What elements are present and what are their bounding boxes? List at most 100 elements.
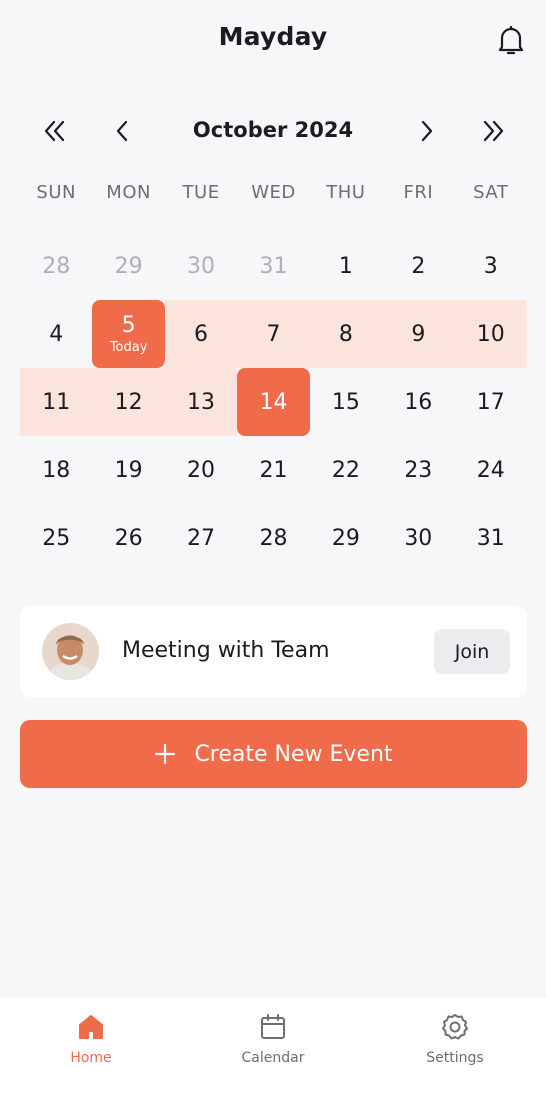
day-number: 22 <box>331 457 360 483</box>
day-number: 19 <box>114 457 143 483</box>
day-number: 12 <box>114 389 143 415</box>
calendar-day[interactable]: 31 <box>455 504 527 572</box>
day-number: 31 <box>476 525 505 551</box>
calendar-day[interactable]: 19 <box>92 436 164 504</box>
day-number: 14 <box>259 389 288 415</box>
calendar-week: 11 12 13 14 15 16 17 <box>20 368 527 436</box>
calendar-day[interactable]: 11 <box>20 368 93 436</box>
day-number: 30 <box>404 525 433 551</box>
tab-label: Home <box>70 1050 112 1066</box>
month-label: October 2024 <box>192 118 354 142</box>
calendar-day[interactable]: 9 <box>382 300 455 368</box>
tab-home[interactable]: Home <box>0 998 182 1104</box>
day-number: 30 <box>187 253 216 279</box>
weekday-label: FRI <box>403 182 434 203</box>
calendar-day-today[interactable]: 5 Today <box>92 300 165 368</box>
event-title: Meeting with Team <box>122 638 330 663</box>
calendar-day[interactable]: 27 <box>165 504 237 572</box>
day-number: 8 <box>338 321 353 347</box>
tab-label: Settings <box>426 1050 484 1066</box>
day-number: 10 <box>476 321 505 347</box>
weekday-label: TUE <box>182 182 220 203</box>
calendar-day[interactable]: 21 <box>237 436 309 504</box>
day-number: 27 <box>187 525 216 551</box>
calendar-day[interactable]: 15 <box>310 368 382 436</box>
calendar-day-selected[interactable]: 14 <box>237 368 310 436</box>
calendar-day[interactable]: 24 <box>455 436 527 504</box>
tab-label: Calendar <box>241 1050 305 1066</box>
calendar-grid: 28 29 30 31 1 2 3 4 5 Today 6 7 8 9 10 11 12 13 14 15 16 17 18… <box>20 232 527 572</box>
day-number: 5 <box>121 313 136 338</box>
calendar-day[interactable]: 30 <box>165 232 237 300</box>
calendar-day[interactable]: 28 <box>20 232 92 300</box>
avatar <box>42 623 99 680</box>
day-number: 11 <box>42 389 71 415</box>
month-navigation: October 2024 <box>0 108 546 154</box>
calendar-icon <box>261 1014 285 1039</box>
day-number: 15 <box>331 389 360 415</box>
app-title: Mayday <box>218 22 328 51</box>
calendar-day[interactable]: 13 <box>164 368 238 436</box>
bell-icon[interactable] <box>496 24 526 56</box>
day-number: 16 <box>404 389 433 415</box>
calendar-day[interactable]: 29 <box>92 232 164 300</box>
weekday-label: SUN <box>36 182 76 203</box>
calendar-day[interactable]: 26 <box>92 504 164 572</box>
day-number: 17 <box>476 389 505 415</box>
weekday-header: SUN MON TUE WED THU FRI SAT <box>20 182 527 216</box>
tab-calendar[interactable]: Calendar <box>182 998 364 1104</box>
calendar-day[interactable]: 2 <box>382 232 454 300</box>
calendar-day[interactable]: 16 <box>382 368 454 436</box>
calendar-day[interactable]: 8 <box>309 300 383 368</box>
app-header: Mayday <box>0 0 546 80</box>
weekday-label: WED <box>251 182 296 203</box>
calendar-day[interactable]: 30 <box>382 504 454 572</box>
calendar-day[interactable]: 3 <box>455 232 527 300</box>
day-number: 28 <box>259 525 288 551</box>
day-number: 2 <box>411 253 426 279</box>
weekday-label: SAT <box>473 182 509 203</box>
day-number: 23 <box>404 457 433 483</box>
day-number: 6 <box>194 321 209 347</box>
calendar-week: 18 19 20 21 22 23 24 <box>20 436 527 504</box>
day-number: 20 <box>187 457 216 483</box>
calendar-week: 4 5 Today 6 7 8 9 10 <box>20 300 527 368</box>
calendar-day[interactable]: 1 <box>310 232 382 300</box>
calendar-day[interactable]: 17 <box>455 368 527 436</box>
day-number: 9 <box>411 321 426 347</box>
join-button[interactable]: Join <box>434 629 510 674</box>
calendar-day[interactable]: 7 <box>237 300 310 368</box>
calendar-week: 28 29 30 31 1 2 3 <box>20 232 527 300</box>
calendar-day[interactable]: 22 <box>310 436 382 504</box>
calendar-week: 25 26 27 28 29 30 31 <box>20 504 527 572</box>
calendar-day[interactable]: 31 <box>237 232 309 300</box>
day-number: 18 <box>42 457 71 483</box>
day-number: 13 <box>187 389 216 415</box>
calendar-day[interactable]: 28 <box>237 504 309 572</box>
day-number: 1 <box>338 253 353 279</box>
home-icon <box>79 1015 103 1039</box>
today-label: Today <box>109 340 148 355</box>
calendar-day[interactable]: 20 <box>165 436 237 504</box>
chevron-right-icon[interactable] <box>411 116 441 146</box>
calendar-day[interactable]: 25 <box>20 504 92 572</box>
create-button-label: Create New Event <box>194 741 393 767</box>
calendar-day[interactable]: 4 <box>20 300 92 368</box>
calendar-day[interactable]: 12 <box>92 368 165 436</box>
day-number: 26 <box>114 525 143 551</box>
tab-settings[interactable]: Settings <box>364 998 546 1104</box>
calendar-day[interactable]: 23 <box>382 436 454 504</box>
bottom-tab-bar: Home Calendar Settings <box>0 998 546 1104</box>
create-new-event-button[interactable]: Create New Event <box>20 720 527 788</box>
calendar-day[interactable]: 10 <box>454 300 527 368</box>
day-number: 3 <box>483 253 498 279</box>
day-number: 21 <box>259 457 288 483</box>
day-number: 31 <box>259 253 288 279</box>
event-card[interactable]: Meeting with Team Join <box>20 606 527 697</box>
calendar-day[interactable]: 29 <box>310 504 382 572</box>
calendar-day[interactable]: 6 <box>164 300 238 368</box>
day-number: 7 <box>266 321 281 347</box>
double-chevron-right-icon[interactable] <box>478 116 508 146</box>
day-number: 29 <box>331 525 360 551</box>
calendar-day[interactable]: 18 <box>20 436 92 504</box>
